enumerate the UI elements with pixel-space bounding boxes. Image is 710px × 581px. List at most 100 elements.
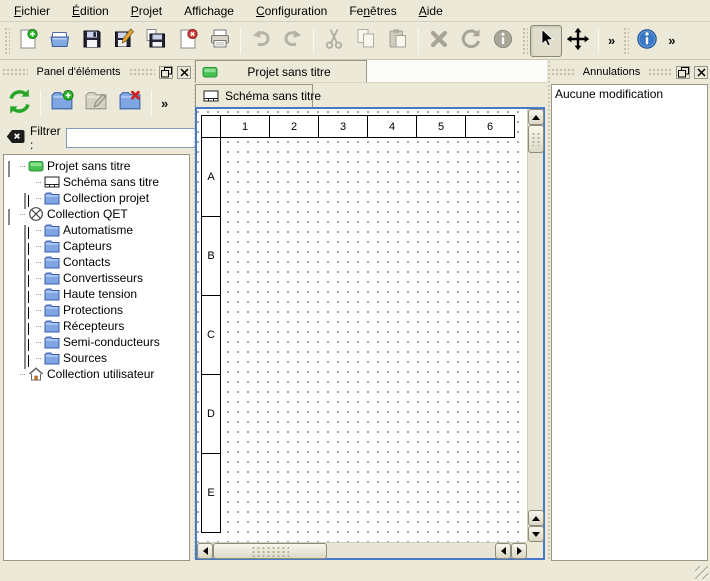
elements-panel-title: Panel d'éléments <box>32 66 124 78</box>
menu-item-affichage[interactable]: Affichage <box>174 1 244 21</box>
expand-icon[interactable] <box>24 305 26 321</box>
menu-item-edition[interactable]: Édition <box>62 1 119 21</box>
scroll-up-button[interactable] <box>528 109 544 125</box>
selection-mode-button[interactable] <box>530 25 562 57</box>
print-button[interactable] <box>204 25 236 57</box>
expand-icon[interactable] <box>24 353 26 369</box>
redo-button[interactable] <box>277 25 309 57</box>
save-all-button[interactable] <box>140 25 172 57</box>
toolbar-separator <box>313 28 314 54</box>
expand-icon[interactable] <box>24 321 26 337</box>
clear-filter-icon[interactable] <box>6 129 25 147</box>
toolbar-drag-handle[interactable] <box>521 26 528 56</box>
resize-grip-icon[interactable] <box>695 566 708 579</box>
paste-button[interactable] <box>382 25 414 57</box>
undo-panel-titlebar[interactable]: Annulations <box>551 62 708 82</box>
cut-button[interactable] <box>318 25 350 57</box>
toolbar-overflow-button[interactable]: » <box>603 33 620 48</box>
new-project-button[interactable] <box>12 25 44 57</box>
close-file-button[interactable] <box>172 25 204 57</box>
open-icon <box>48 27 72 54</box>
expand-icon[interactable] <box>24 289 26 305</box>
scroll-up-button-2[interactable] <box>528 510 544 526</box>
properties-button[interactable] <box>487 25 519 57</box>
menu-item-projet[interactable]: Projet <box>121 1 172 21</box>
scroll-left-button[interactable] <box>197 543 213 559</box>
expand-icon[interactable] <box>24 241 26 257</box>
close-panel-button[interactable] <box>177 66 191 79</box>
tree-item-haute-tension[interactable]: Haute tension <box>4 286 189 302</box>
elements-panel-titlebar[interactable]: Panel d'éléments <box>2 62 191 82</box>
menu-item-configuration[interactable]: Configuration <box>246 1 337 21</box>
toolbar-drag-handle[interactable] <box>622 26 629 56</box>
tree-item-projet-sans-titre[interactable]: Projet sans titre <box>4 158 189 174</box>
tab-project[interactable]: Projet sans titre <box>195 60 367 82</box>
vertical-scrollbar[interactable] <box>527 109 543 542</box>
tree-item-label: Collection projet <box>63 191 149 205</box>
collapse-icon[interactable] <box>8 161 10 177</box>
tree-item-automatisme[interactable]: Automatisme <box>4 222 189 238</box>
tree-item-schema-sans-titre[interactable]: Schéma sans titre <box>4 174 189 190</box>
scroll-left-button-2[interactable] <box>495 543 511 559</box>
expand-icon[interactable] <box>24 337 26 353</box>
tree-item-sources[interactable]: Sources <box>4 350 189 366</box>
delete-category-button[interactable] <box>113 86 147 120</box>
horizontal-scroll-track[interactable] <box>327 543 495 558</box>
select-arrow-icon <box>534 27 558 54</box>
collapse-icon[interactable] <box>8 209 10 225</box>
toolbar-overflow-button-2[interactable]: » <box>663 33 680 48</box>
open-button[interactable] <box>44 25 76 57</box>
tree-item-semi-conducteurs[interactable]: Semi-conducteurs <box>4 334 189 350</box>
tree-item-collection-projet[interactable]: Collection projet <box>4 190 189 206</box>
close-panel-button[interactable] <box>694 66 708 79</box>
new-document-icon <box>16 27 40 54</box>
tree-item-label: Schéma sans titre <box>63 175 159 189</box>
tree-item-protections[interactable]: Protections <box>4 302 189 318</box>
tree-item-convertisseurs[interactable]: Convertisseurs <box>4 270 189 286</box>
about-button[interactable] <box>631 25 663 57</box>
save-as-button[interactable] <box>108 25 140 57</box>
tree-item-collection-utilisateur[interactable]: Collection utilisateur <box>4 366 189 382</box>
horizontal-scrollbar[interactable] <box>197 542 527 558</box>
save-button[interactable] <box>76 25 108 57</box>
float-panel-button[interactable] <box>676 66 690 79</box>
status-strip <box>0 561 710 581</box>
tree-expander-slot <box>24 290 33 299</box>
edit-category-button[interactable] <box>79 86 113 120</box>
scroll-right-button[interactable] <box>511 543 527 559</box>
expand-icon[interactable] <box>24 257 26 273</box>
arrow-left-icon <box>203 547 208 555</box>
tree-item-contacts[interactable]: Contacts <box>4 254 189 270</box>
vertical-scroll-thumb[interactable] <box>528 125 544 153</box>
expand-icon[interactable] <box>24 273 26 289</box>
toolbar-drag-handle[interactable] <box>3 26 10 56</box>
tree-item-label: Contacts <box>63 255 110 269</box>
visualisation-mode-button[interactable] <box>562 25 594 57</box>
new-category-button[interactable] <box>45 86 79 120</box>
scroll-down-button[interactable] <box>528 526 544 542</box>
rotate-button[interactable] <box>455 25 487 57</box>
undo-button[interactable] <box>245 25 277 57</box>
grid-column-header: 1 <box>220 115 270 138</box>
float-panel-button[interactable] <box>159 66 173 79</box>
expand-icon[interactable] <box>24 225 26 241</box>
delete-button[interactable] <box>423 25 455 57</box>
vertical-scroll-track[interactable] <box>528 153 543 510</box>
panel-toolbar-overflow-button[interactable]: » <box>156 96 173 111</box>
thumb-grip <box>251 546 289 557</box>
titlebar-texture <box>2 68 28 76</box>
expand-icon[interactable] <box>24 193 26 209</box>
grid-row-header: A <box>201 137 221 217</box>
tab-schema[interactable]: Schéma sans titre <box>195 84 313 107</box>
menu-item-fichier[interactable]: Fichier <box>4 1 60 21</box>
tree-item-capteurs[interactable]: Capteurs <box>4 238 189 254</box>
reload-collections-button[interactable] <box>2 86 36 120</box>
menu-item-aide[interactable]: Aide <box>409 1 453 21</box>
menu-item-fenetres[interactable]: Fenêtres <box>339 1 406 21</box>
tree-item-recepteurs[interactable]: Récepteurs <box>4 318 189 334</box>
undo-list-item[interactable]: Aucune modification <box>555 87 704 104</box>
copy-button[interactable] <box>350 25 382 57</box>
diagram-canvas[interactable]: 123456 ABCDE <box>197 109 527 542</box>
tree-item-collection-qet[interactable]: Collection QET <box>4 206 189 222</box>
horizontal-scroll-thumb[interactable] <box>213 543 327 559</box>
